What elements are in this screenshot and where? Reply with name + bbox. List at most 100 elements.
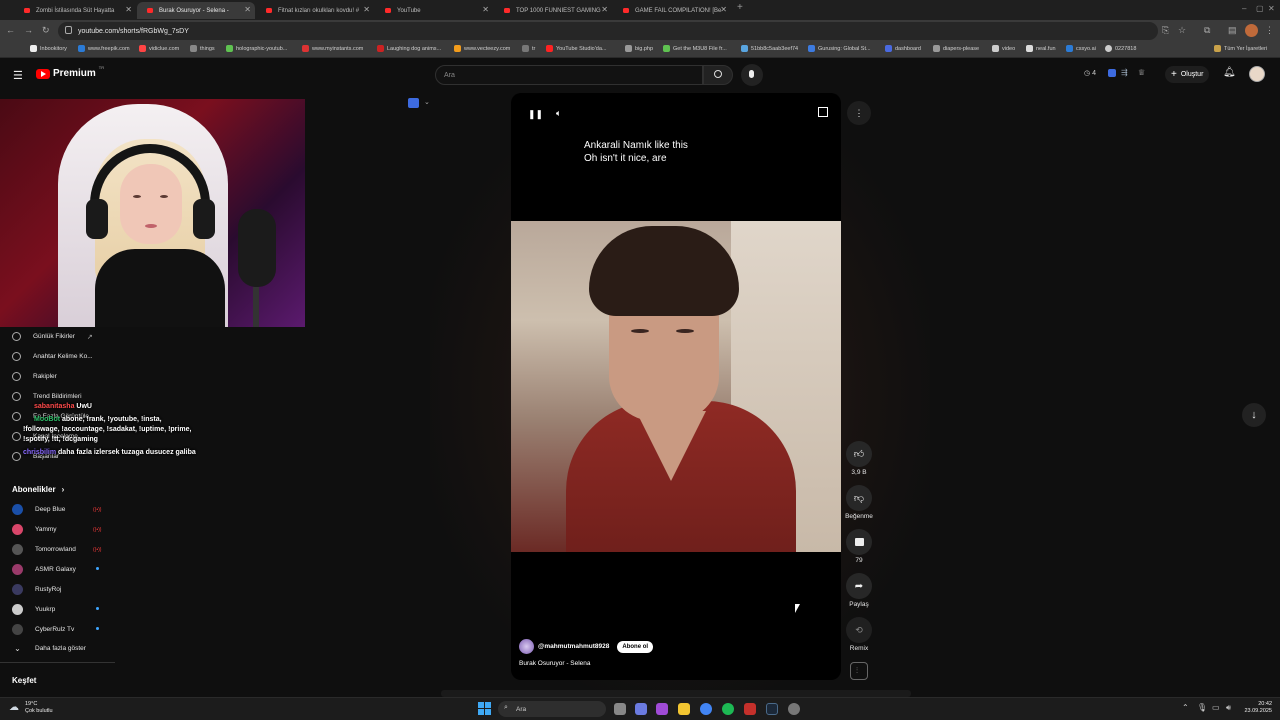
back-icon[interactable]: ←	[6, 25, 15, 35]
browser-tab[interactable]: Zombi İstilasında Süt Hayatta ✕	[14, 2, 136, 19]
subscription-item[interactable]: Yuukrp	[12, 604, 99, 615]
dislike-button[interactable]: 👎︎	[846, 485, 872, 511]
bookmark[interactable]: 51bb8c5aab3eef74	[741, 45, 798, 52]
subscription-item[interactable]: Yammy ((•))	[12, 524, 101, 535]
browser-tab[interactable]: YouTube ✕	[375, 2, 493, 19]
pause-icon[interactable]: ❚❚	[528, 109, 543, 120]
bookmark[interactable]: video	[992, 45, 1015, 52]
close-tab-icon[interactable]: ✕	[125, 5, 132, 14]
reload-icon[interactable]: ↻	[42, 25, 50, 36]
bookmark[interactable]: YouTube Studio'da...	[546, 45, 607, 52]
windows-start-icon[interactable]	[478, 702, 491, 715]
close-tab-icon[interactable]: ✕	[601, 5, 608, 14]
install-app-icon[interactable]: ⎘	[1162, 25, 1169, 36]
sidebar-item-keyword[interactable]: Anahtar Kelime Ko...	[12, 352, 93, 361]
create-button[interactable]: + Oluştur	[1165, 66, 1210, 83]
volume-icon[interactable]: 🔈︎	[556, 108, 561, 119]
address-bar[interactable]: youtube.com/shorts/fRGbWg_7sDY	[58, 22, 1158, 40]
account-avatar[interactable]	[1249, 66, 1265, 82]
steam-icon[interactable]	[766, 703, 778, 715]
menu-icon[interactable]: ⋮	[1265, 25, 1274, 36]
tray-chevron-icon[interactable]: ⌃	[1182, 703, 1189, 712]
browser-tab[interactable]: Fitnat kızları okulkları kovdu! # ✕	[256, 2, 374, 19]
bookmark[interactable]: neal.fun	[1026, 45, 1056, 52]
notifications-bell-icon[interactable]: 🔔︎	[1223, 67, 1236, 78]
bookmark[interactable]: cssyo.ai	[1066, 45, 1096, 52]
like-button[interactable]: 👍︎	[846, 441, 872, 467]
short-title[interactable]: Burak Osuruyor - Selena	[519, 660, 591, 667]
subscribe-button[interactable]: Abone ol	[617, 640, 654, 653]
sidebar-item-daily-ideas[interactable]: Günlük Fikirler ↗	[12, 332, 93, 341]
channel-name[interactable]: @mahmutmahmut8928	[538, 643, 609, 650]
voice-search-button[interactable]	[741, 64, 763, 86]
subscription-item[interactable]: RustyRoj	[12, 584, 61, 595]
bookmark[interactable]: Get the M3U8 File fr...	[663, 45, 727, 52]
subscription-item[interactable]: Tomorrowland ((•))	[12, 544, 101, 555]
side-panel-icon[interactable]: ▤	[1228, 25, 1237, 36]
comments-button[interactable]	[846, 529, 872, 555]
channel-avatar[interactable]	[519, 639, 534, 654]
bookmark[interactable]: holographic-youtub...	[226, 45, 287, 52]
profile-avatar[interactable]	[1245, 24, 1258, 37]
bookmark-folder[interactable]: Tüm Yer İşaretleri	[1214, 45, 1267, 52]
copilot-icon[interactable]	[635, 703, 647, 715]
extension-icon[interactable]	[1108, 69, 1116, 77]
bookmark[interactable]: things	[190, 45, 215, 52]
new-tab-button[interactable]: +	[737, 2, 743, 13]
browser-tab[interactable]: TOP 1000 FUNNIEST GAMING ✕	[494, 2, 612, 19]
bookmark[interactable]: 0227818	[1105, 45, 1136, 52]
trophy-icon[interactable]: ♕	[1138, 68, 1145, 77]
close-tab-icon[interactable]: ✕	[244, 5, 251, 14]
obs-icon[interactable]	[744, 703, 756, 715]
volume-icon[interactable]: 🔊︎	[1226, 703, 1231, 713]
bookmark[interactable]: big.php	[625, 45, 653, 52]
network-icon[interactable]: ▭	[1212, 703, 1220, 712]
hamburger-menu-icon[interactable]: ☰	[13, 69, 23, 82]
bookmark-star-icon[interactable]: ☆	[1178, 25, 1186, 36]
task-view-icon[interactable]	[614, 703, 626, 715]
sidebar-item-competitors[interactable]: Rakipler	[12, 372, 57, 381]
share-button[interactable]: ➦	[846, 573, 872, 599]
bookmark[interactable]: www.vecteezy.com	[454, 45, 510, 52]
more-options-button[interactable]: ⋮	[847, 101, 871, 125]
search-button[interactable]	[703, 65, 733, 85]
bookmark[interactable]: Inbookitory	[30, 45, 67, 52]
subscription-item[interactable]: Deep Blue ((•))	[12, 504, 101, 515]
close-tab-icon[interactable]: ✕	[720, 5, 727, 14]
youtube-premium-logo[interactable]: Premium TR	[36, 65, 104, 79]
microphone-icon[interactable]: 🎙︎	[1197, 703, 1207, 712]
translate-icon[interactable]	[408, 98, 419, 108]
settings-gear-icon[interactable]	[788, 703, 800, 715]
forward-icon[interactable]: →	[24, 25, 33, 35]
taskbar-search[interactable]: ⌕ Ara	[498, 701, 606, 717]
shorts-player[interactable]: ❚❚ 🔈︎ Ankarali Namık like this Oh isn't …	[511, 93, 841, 680]
show-more-button[interactable]: ⌄ Daha fazla göster	[12, 644, 86, 653]
next-short-button[interactable]: ↓	[1242, 403, 1266, 427]
bookmark[interactable]: tr	[522, 45, 535, 52]
chrome-icon[interactable]	[700, 703, 712, 715]
remix-button[interactable]: ⟲	[846, 617, 872, 643]
file-explorer-icon[interactable]	[678, 703, 690, 715]
bookmark[interactable]: Gurusing: Global St...	[808, 45, 871, 52]
close-tab-icon[interactable]: ✕	[482, 5, 489, 14]
close-window-icon[interactable]: ✕	[1268, 4, 1275, 13]
close-tab-icon[interactable]: ✕	[363, 5, 370, 14]
bookmark[interactable]: www.myinstants.com	[302, 45, 363, 52]
bookmark[interactable]: dashboard	[885, 45, 921, 52]
fullscreen-icon[interactable]	[818, 107, 828, 117]
cast-icon[interactable]: ⇶	[1121, 68, 1128, 77]
subscription-item[interactable]: CyberRulz Tv	[12, 624, 99, 635]
weather-widget[interactable]: 19°C Çok bulutlu	[25, 701, 53, 715]
subscriptions-header[interactable]: Abonelikler ›	[12, 485, 64, 494]
sound-thumbnail[interactable]: ⫶	[850, 662, 868, 680]
chevron-down-icon[interactable]: ⌄	[424, 98, 430, 106]
extensions-icon[interactable]: ⧉	[1204, 25, 1210, 36]
bookmark[interactable]: www.freepik.com	[78, 45, 130, 52]
sidebar-item-trends[interactable]: Trend Bildirimleri	[12, 392, 82, 401]
browser-tab-active[interactable]: Burak Osuruyor - Selena - ✕	[137, 2, 255, 19]
bookmark[interactable]: Laughing dog anims...	[377, 45, 441, 52]
search-input[interactable]: Ara	[435, 65, 703, 85]
minimize-icon[interactable]: –	[1242, 4, 1246, 13]
history-icon[interactable]: ◷ 4	[1084, 69, 1096, 77]
bookmark[interactable]: diapers-please	[933, 45, 979, 52]
